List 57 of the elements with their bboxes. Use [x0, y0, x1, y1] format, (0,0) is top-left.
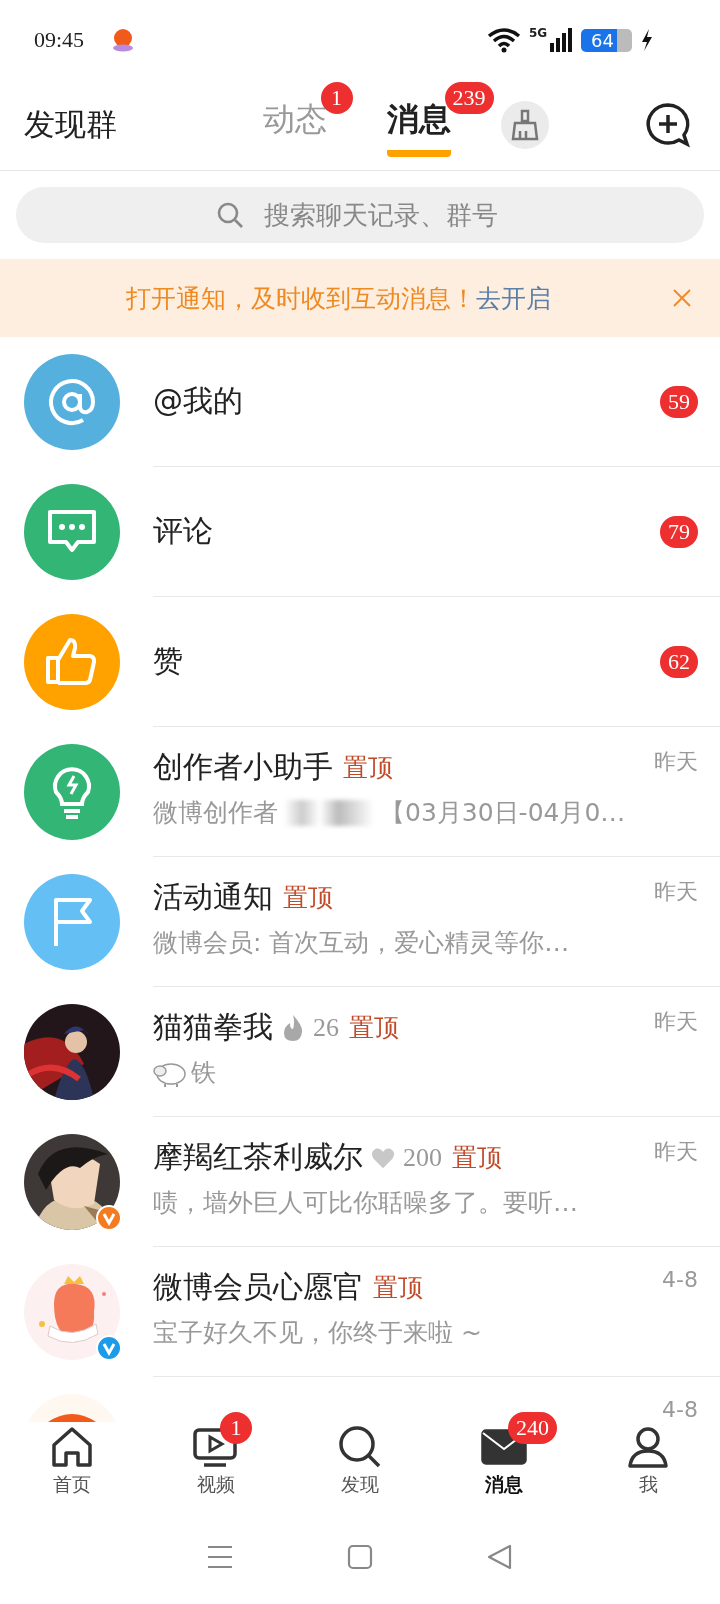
conversation-title: 评论 [153, 512, 213, 550]
conversation-title: @我的 [153, 382, 243, 420]
status-time: 09:45 [34, 27, 85, 53]
unread-badge: 1 [320, 81, 353, 114]
message-preview: 铁 [191, 1057, 216, 1089]
notification-prompt: 打开通知，及时收到互动消息！ [126, 282, 476, 315]
conversation-title: 微博会员心愿官 [153, 1268, 363, 1306]
message-preview: 宝子好久不见，你终于来啦 ~ [153, 1317, 482, 1349]
conversation-title: 摩羯红茶利威尔 [153, 1138, 363, 1176]
message-preview: 微博创作者 [153, 797, 278, 829]
home-square-icon[interactable] [347, 1543, 373, 1570]
search-field[interactable]: 搜索聊天记录、群号 [16, 187, 704, 243]
message-time: 昨天 [654, 748, 698, 776]
flame-icon [281, 1013, 305, 1042]
conversation-title: 创作者小助手 [153, 748, 333, 786]
pinned-tag: 置顶 [349, 1011, 399, 1044]
close-icon[interactable] [672, 288, 692, 308]
pinned-tag: 置顶 [343, 751, 393, 784]
message-preview: 【03月30日-04月0… [380, 797, 626, 829]
conversation-title: 猫猫拳我 [153, 1008, 273, 1046]
discover-groups-link[interactable]: 发现群 [24, 104, 117, 146]
unread-badge: 79 [660, 515, 698, 548]
pinned-tag: 置顶 [373, 1271, 423, 1304]
signal-icon [549, 27, 574, 53]
intimacy-value: 26 [313, 1012, 339, 1043]
message-preview: 啧，墙外巨人可比你聒噪多了。要听… [153, 1187, 578, 1219]
unread-badge: 1 [220, 1412, 252, 1444]
conversation-title: 赞 [153, 642, 183, 680]
nav-tab[interactable]: 发现 [338, 1424, 382, 1498]
message-time: 4-8 [662, 1397, 698, 1422]
search-icon [216, 201, 244, 229]
network-label: 5G [528, 26, 548, 40]
nav-tab[interactable]: 首页 [50, 1424, 94, 1498]
wifi-icon [486, 27, 521, 53]
search-icon [338, 1425, 382, 1469]
unread-badge: 240 [508, 1412, 557, 1444]
message-time: 昨天 [654, 878, 698, 906]
add-chat-icon[interactable] [644, 102, 692, 148]
battery-level: 64 [581, 28, 632, 52]
pinned-tag: 置顶 [452, 1141, 502, 1174]
message-preview: 微博会员: 首次互动，爱心精灵等你… [153, 927, 570, 959]
nav-tab[interactable]: 我 [626, 1424, 670, 1498]
pinned-tag: 置顶 [283, 881, 333, 914]
message-time: 昨天 [654, 1008, 698, 1036]
enable-link[interactable]: 去开启 [476, 281, 551, 315]
charging-icon [640, 28, 654, 52]
menu-icon[interactable] [207, 1544, 233, 1569]
message-time: 昨天 [654, 1138, 698, 1166]
broom-icon[interactable] [500, 101, 549, 149]
person-icon [626, 1425, 670, 1469]
message-time: 4-8 [662, 1267, 698, 1292]
conversation-title: 活动通知 [153, 878, 273, 916]
home-icon [50, 1425, 94, 1469]
intimacy-value: 200 [403, 1142, 442, 1173]
unread-badge: 59 [660, 385, 698, 418]
back-icon[interactable] [487, 1543, 513, 1570]
unread-badge: 62 [660, 645, 698, 678]
